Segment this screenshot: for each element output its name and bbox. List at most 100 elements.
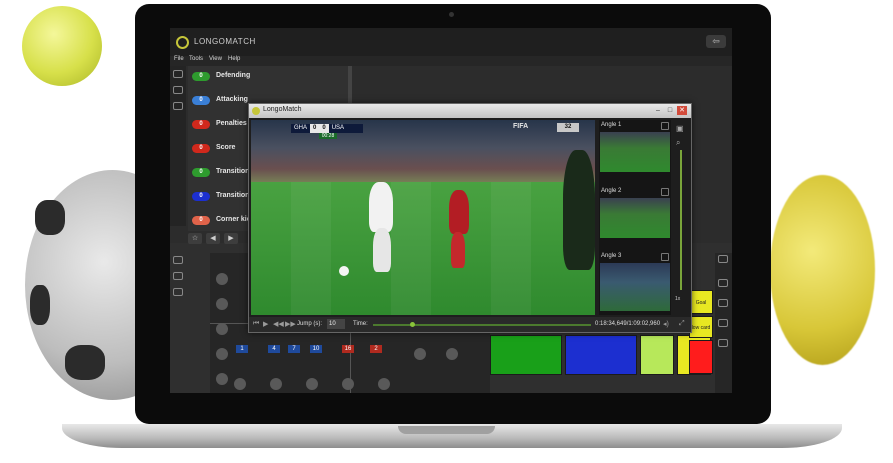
player-token[interactable] [216,348,228,360]
filter-icon[interactable] [173,102,183,110]
main-video[interactable]: GHA 0 0 USA 00:28 FIFA 32 [251,120,595,315]
forward-icon[interactable]: ▶▶ [285,320,296,328]
player-token[interactable] [216,298,228,310]
player-window-titlebar[interactable]: LongoMatch – □ ✕ [249,104,691,118]
category-label: Corner kic [216,216,251,223]
time-label: Time: [353,321,368,327]
pitch-stripe [391,182,431,315]
time-readout: 0:18:34,649/1:09:02,960 [595,321,661,327]
player-token[interactable] [306,378,318,390]
player-token[interactable] [342,378,354,390]
player-token[interactable] [378,378,390,390]
team-away: USA [331,125,345,131]
team-home: GHA [294,125,308,131]
volume-icon[interactable]: ◂) [663,320,669,328]
player-token[interactable] [216,273,228,285]
zoom-slider[interactable] [680,150,682,290]
lower-tabs: ☆ ◀ ▶ [188,233,238,245]
tag-edit-icon[interactable] [173,288,183,296]
laptop-notch [398,426,495,434]
app-titlebar: LONGOMATCH ⇦ [170,28,732,56]
jump-input[interactable]: 10 [327,319,345,329]
category-count: 0 [192,168,210,177]
close-icon[interactable] [718,279,728,287]
menu-tools[interactable]: Tools [189,56,203,62]
list-icon[interactable] [173,86,183,94]
category-count: 0 [192,216,210,225]
red-card-button[interactable] [689,340,713,374]
category-label: Transition [216,192,250,199]
right-strip [715,253,732,393]
tab-star-icon[interactable]: ☆ [188,233,202,244]
category-row[interactable]: 0 Defending [188,68,348,88]
player-red [449,190,469,234]
app-title: LONGOMATCH [194,37,256,46]
left-rail [170,66,186,226]
rewind-icon[interactable]: ◀◀ [273,320,284,328]
player-token[interactable] [216,323,228,335]
angle-thumbnail[interactable] [600,198,670,238]
jump-label: Jump (s): [297,321,323,327]
back-button[interactable]: ⇦ [706,35,726,48]
menu-view[interactable]: View [209,56,222,62]
player-token[interactable] [270,378,282,390]
player-number: 7 [288,345,300,353]
player-token[interactable] [446,348,458,360]
category-label: Score [216,144,236,151]
angle-label: Angle 3 [601,253,622,259]
skip-back-icon[interactable]: ⏮ [253,320,259,328]
maximize-icon[interactable]: □ [665,106,675,115]
tag-icon[interactable] [173,256,183,264]
grid-icon[interactable] [718,319,728,327]
search-icon[interactable]: ⌕ [676,138,680,148]
category-count: 0 [192,192,210,201]
yellow-card-button[interactable]: low card [689,316,713,338]
angle-thumbnail[interactable] [600,263,670,311]
angle-select-icon[interactable] [661,253,669,261]
camera-angles-panel: Angle 1 Angle 2 Angle 3 [599,120,671,315]
category-count: 0 [192,72,210,81]
player-token[interactable] [234,378,246,390]
list-icon[interactable] [173,272,183,280]
player-foreground [563,150,595,270]
code-button[interactable] [490,335,562,375]
player-red-legs [451,232,465,268]
tag-icon[interactable] [173,70,183,78]
camera-icon[interactable]: ▣ [676,124,684,133]
menu-help[interactable]: Help [228,56,240,62]
score-home: 0 [310,124,320,133]
pitch-stripe [291,182,331,315]
timeline-slider[interactable] [373,324,591,326]
player-white-legs [373,228,391,272]
tab-next-icon[interactable]: ▶ [224,233,238,244]
menu-file[interactable]: File [174,56,184,62]
tab-prev-icon[interactable]: ◀ [206,233,220,244]
angle-label: Angle 1 [601,122,622,128]
broadcast-clock: 32 [557,123,579,132]
zoom-column: ▣ ⌕ 1x [673,120,689,315]
player-number: 10 [310,345,322,353]
angle-select-icon[interactable] [661,188,669,196]
code-button[interactable] [565,335,637,375]
grid-icon[interactable] [718,299,728,307]
timeline-knob[interactable] [410,322,415,327]
category-count: 0 [192,144,210,153]
match-clock: 00:28 [319,133,337,139]
grid-icon[interactable] [718,339,728,347]
player-window: LongoMatch – □ ✕ GHA 0 0 USA 00:28 FIFA … [248,103,692,333]
player-token[interactable] [414,348,426,360]
tennis-ball-image [22,6,102,86]
category-count: 0 [192,96,210,105]
close-icon[interactable]: ✕ [677,106,687,115]
settings-icon[interactable] [718,255,728,263]
soccer-ball [339,266,349,276]
minimize-icon[interactable]: – [653,106,663,115]
code-button[interactable] [640,335,674,375]
player-number: 1 [236,345,248,353]
fullscreen-icon[interactable]: ⤢ [679,320,685,328]
goal-button[interactable]: Goal [689,290,713,314]
angle-select-icon[interactable] [661,122,669,130]
play-icon[interactable]: ▶ [263,320,268,328]
angle-thumbnail[interactable] [600,132,670,172]
player-token[interactable] [216,373,228,385]
